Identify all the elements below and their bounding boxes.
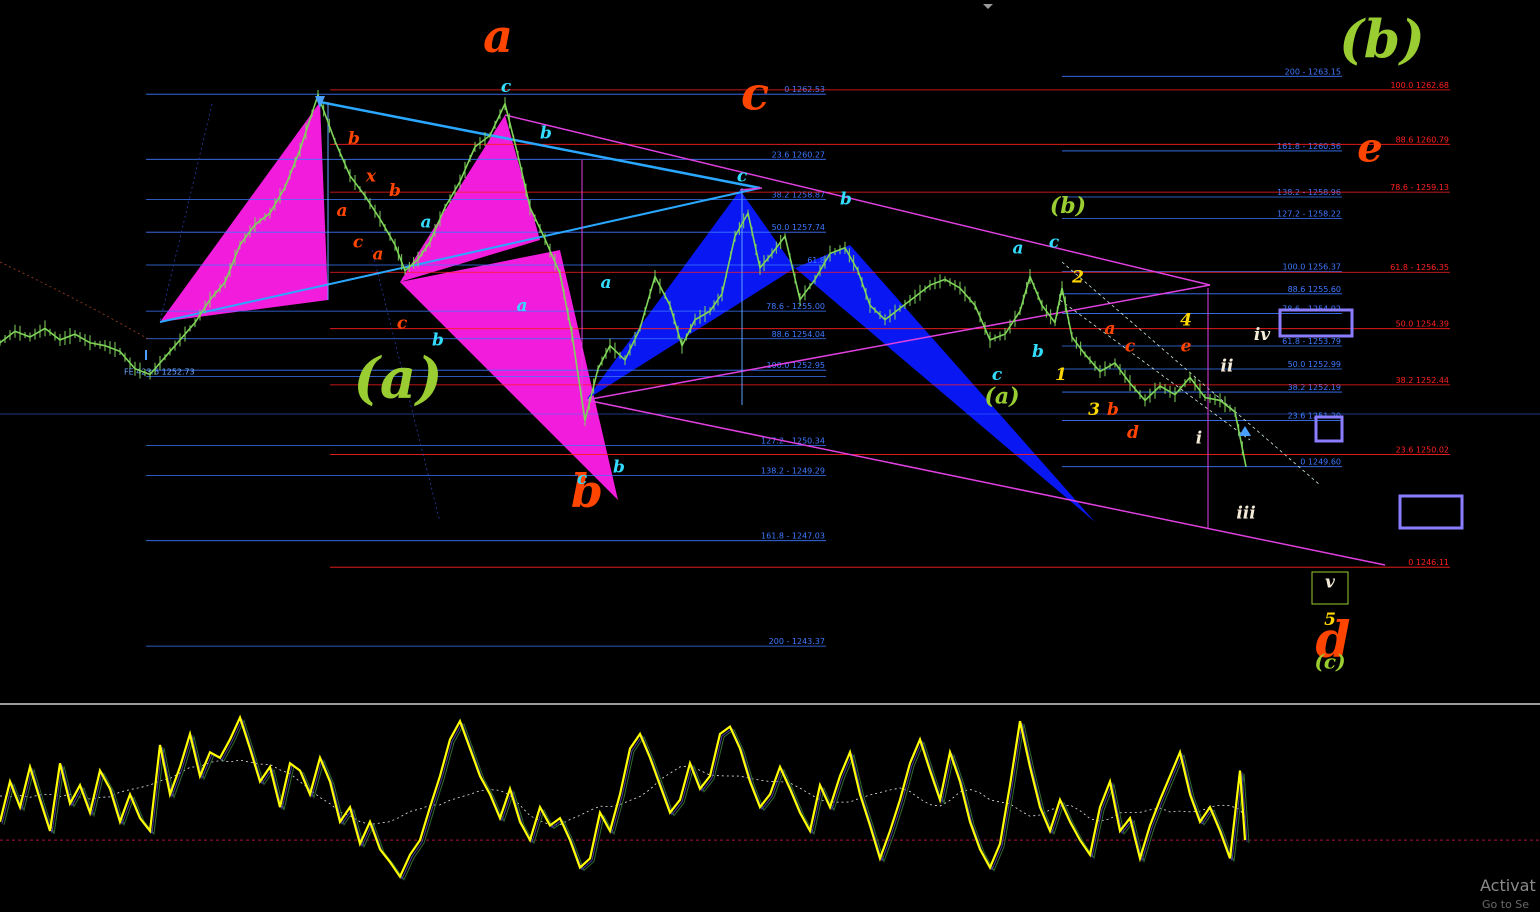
- fib-label: 100.0 1262.68: [1390, 81, 1449, 90]
- wave-label-major-2: (b): [1339, 10, 1425, 71]
- fib-label: 161.8 - 1260.56: [1277, 142, 1341, 151]
- wave-label-19: 2: [1071, 267, 1084, 287]
- wave-label-16: b: [613, 457, 625, 477]
- wave-label-major-0: a: [483, 9, 513, 63]
- wave-label-2: b: [540, 123, 552, 143]
- wave-label-major-3: e: [1357, 124, 1382, 171]
- fib-label-left: 161.8 - 1247.03: [761, 532, 825, 541]
- wave-label-14: b: [432, 331, 444, 351]
- fib-label: 200 - 1263.15: [1285, 67, 1341, 76]
- fib-label-left: 138.2 - 1249.29: [761, 467, 825, 476]
- wave-label-17: a: [1012, 238, 1023, 258]
- fib-label: 38.2 1252.44: [1396, 376, 1449, 385]
- wave-label-11: a: [600, 273, 611, 293]
- fib-label: 78.6 - 1259.13: [1390, 183, 1449, 192]
- wave-label-0: c: [501, 77, 512, 97]
- wave-label-15: c: [577, 469, 588, 489]
- wave-label-13: c: [397, 313, 408, 333]
- wave-label-1: b: [348, 129, 360, 149]
- watermark-title: Activat: [1480, 876, 1536, 895]
- fib-label: 38.2 1252.19: [1288, 383, 1341, 392]
- wave-label-35: 5: [1324, 610, 1336, 630]
- wave-label-major-7: (b): [1050, 193, 1086, 219]
- fib-label: 88.6 1260.79: [1396, 135, 1449, 144]
- wave-label-5: x: [365, 166, 377, 186]
- wave-label-8: a: [420, 213, 431, 233]
- fib-label: 23.6 1250.02: [1396, 446, 1449, 455]
- wave-label-34: v: [1325, 573, 1336, 593]
- wave-label-30: iv: [1254, 325, 1271, 345]
- wave-label-6: b: [389, 181, 401, 201]
- fib-label-left: 88.6 1254.04: [772, 330, 825, 339]
- wave-label-27: 3: [1088, 400, 1100, 420]
- wave-label-32: i: [1196, 429, 1202, 449]
- trading-chart[interactable]: 0 1262.5323.6 1260.2738.2 1258.8750.0 12…: [0, 0, 1540, 912]
- wave-label-22: c: [1125, 336, 1136, 356]
- wave-label-7: a: [336, 201, 347, 221]
- fib-label-left: 50.0 1257.74: [772, 223, 825, 232]
- fib-label: 0 1246.11: [1408, 558, 1449, 567]
- fib-label: 127.2 - 1258.22: [1277, 209, 1341, 218]
- wave-label-28: b: [1107, 400, 1119, 420]
- fib-label-left: 23.6 1260.27: [772, 150, 825, 159]
- wave-label-29: d: [1127, 423, 1139, 443]
- wave-label-24: b: [1032, 342, 1044, 362]
- fib-label: 50.0 1254.39: [1396, 320, 1449, 329]
- wave-label-20: 4: [1180, 311, 1192, 331]
- watermark-sub: Go to Se: [1482, 898, 1530, 911]
- fib-label: 100.0 1256.37: [1282, 263, 1341, 272]
- wave-label-12: a: [516, 296, 527, 316]
- fib-label: 88.6 1255.60: [1288, 285, 1341, 294]
- fib-label: 61.8 - 1256.35: [1390, 263, 1449, 272]
- fib-label: 61.8 - 1253.79: [1282, 337, 1341, 346]
- wave-label-major-1: c: [741, 66, 769, 120]
- wave-label-21: a: [1104, 319, 1115, 339]
- wave-label-major-9: (c): [1314, 649, 1345, 673]
- fib-label-left: 200 - 1243.37: [769, 637, 825, 646]
- wave-label-4: b: [840, 190, 852, 210]
- fib-label: 0 1249.60: [1300, 458, 1341, 467]
- fib-label: 50.0 1252.99: [1288, 360, 1341, 369]
- wave-label-33: iii: [1236, 504, 1255, 524]
- wave-label-25: c: [992, 365, 1003, 385]
- wave-label-23: e: [1181, 336, 1192, 356]
- wave-label-9: c: [353, 233, 364, 253]
- wave-label-26: 1: [1055, 365, 1067, 385]
- wave-label-3: c: [737, 166, 748, 186]
- fib-label-left: 61.8: [807, 256, 825, 265]
- chart-background: [0, 0, 1540, 912]
- fib-label-left: 78.6 - 1255.00: [766, 302, 825, 311]
- wave-label-10: a: [372, 244, 383, 264]
- wave-label-major-8: (a): [984, 383, 1019, 409]
- wave-label-31: ii: [1221, 357, 1234, 377]
- wave-label-18: c: [1049, 233, 1060, 253]
- wave-label-major-4: (a): [353, 346, 442, 412]
